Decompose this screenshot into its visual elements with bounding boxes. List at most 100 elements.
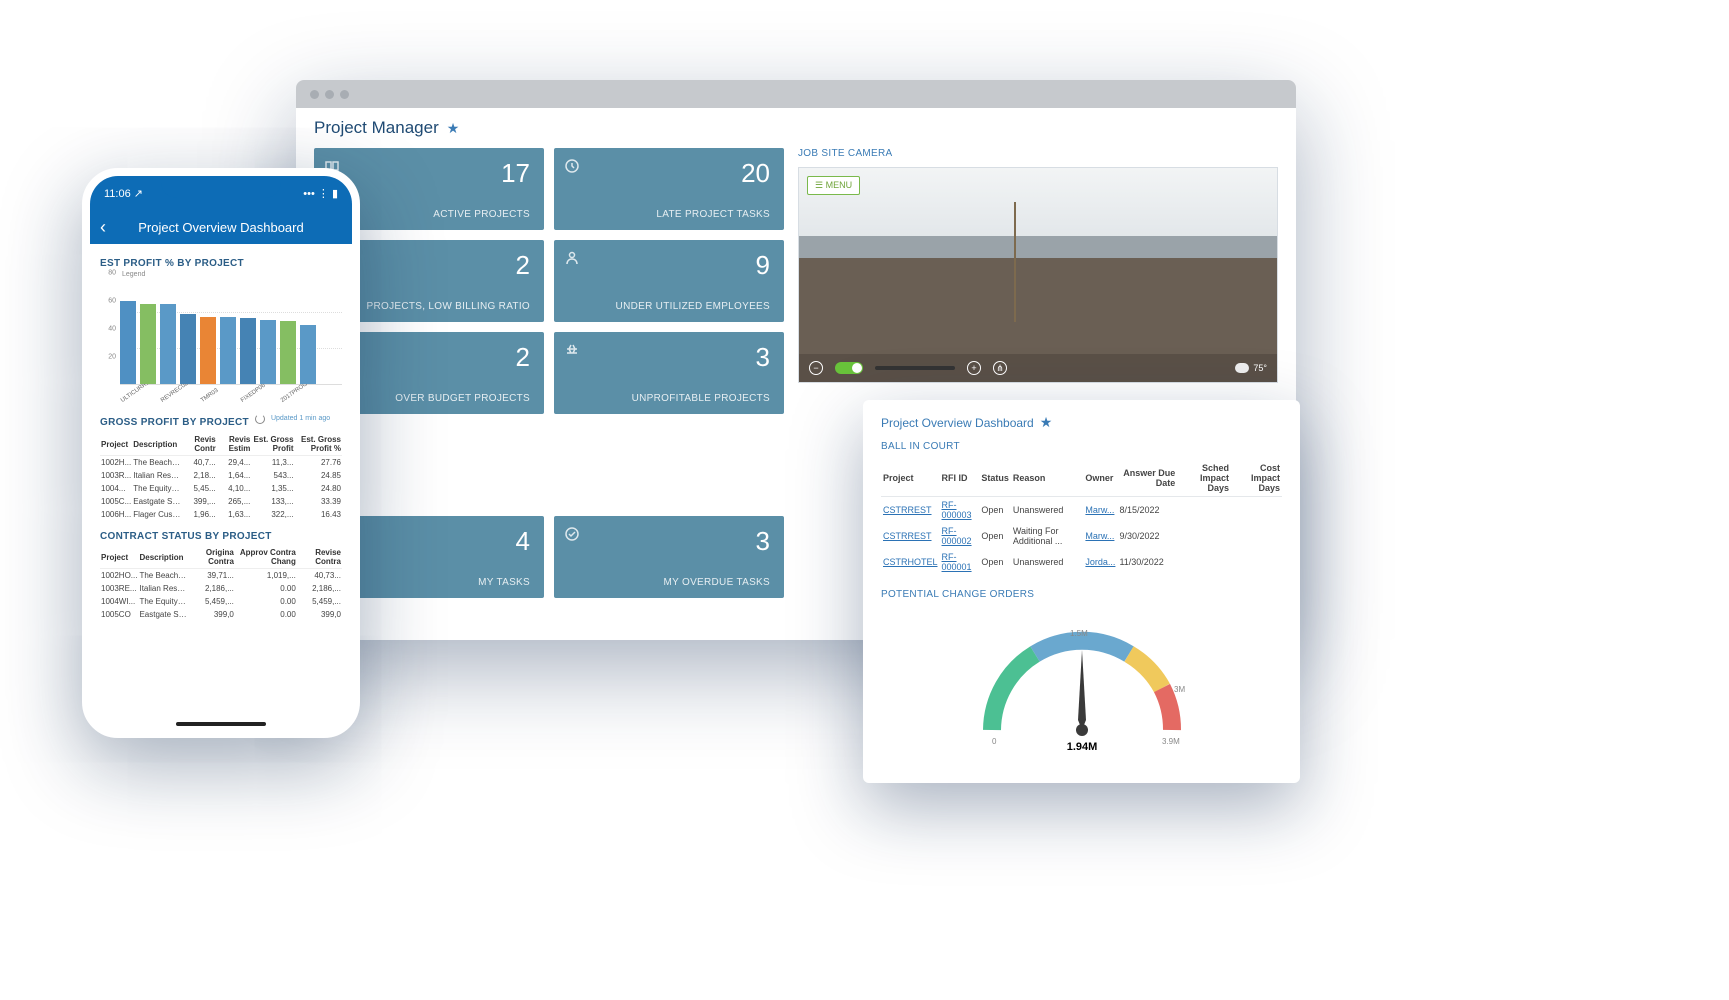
window-dot [325,90,334,99]
kpi-tile[interactable]: 3 UNPROFITABLE PROJECTS [554,332,784,414]
owner-link[interactable]: Marw... [1083,523,1117,549]
gross-profit-heading: GROSS PROFIT BY PROJECT [100,417,249,428]
owner-link[interactable]: Jorda... [1083,549,1117,575]
table-row[interactable]: 1004...The Equity Gro...5,45...4,10...1,… [100,482,342,495]
page-title: Project Manager ★ [314,118,1278,138]
chart-x-axis: ULTICURR1REVREC02TMR03FIXEDP062017PROG01 [120,393,342,405]
favorite-star-icon[interactable]: ★ [447,120,460,137]
owner-link[interactable]: Marw... [1083,497,1117,524]
table-header: Project [100,433,132,456]
project-link[interactable]: CSTRHOTEL [881,549,940,575]
chart-bar[interactable] [200,317,216,384]
kpi-tile[interactable]: 3MY OVERDUE TASKS [554,516,784,598]
camera-image-crane [1014,202,1016,322]
cell: Waiting For Additional ... [1011,523,1084,549]
chart-bar[interactable] [140,304,156,384]
table-row[interactable]: 1003R...Italian Restaura...2,18...1,64..… [100,469,342,482]
contract-status-heading: CONTRACT STATUS BY PROJECT [100,531,342,542]
status-time: 11:06 ↗ [104,187,143,200]
unprofitable-icon [564,342,580,358]
window-dot [340,90,349,99]
table-row[interactable]: CSTRRESTRF-000003OpenUnansweredMarw...8/… [881,497,1282,524]
chart-bar[interactable] [280,321,296,384]
updated-label: Updated 1 min ago [271,415,330,422]
overview-dashboard-card: Project Overview Dashboard ★ BALL IN COU… [863,400,1300,783]
table-row[interactable]: 1003RE...Italian Restaurant ...2,186,...… [100,582,342,595]
table-header: Est. Gross Profit [251,433,294,456]
table-header: Description [138,546,188,569]
share-icon[interactable]: ⋔ [993,361,1007,375]
cell: Unanswered [1011,549,1084,575]
table-row[interactable]: 1002HO...The Beach Hotel a...39,71...1,0… [100,569,342,583]
table-header: Revise Contra [297,546,342,569]
chart-bar[interactable] [120,301,136,384]
table-header: Project [100,546,138,569]
table-header: Revis Estim [217,433,252,456]
table-row[interactable]: 1002H...The Beach Hot...40,7...29,4...11… [100,456,342,470]
chart-bar[interactable] [240,318,256,384]
table-row[interactable]: 1006H...Flager Custom ...1,96...1,63...3… [100,508,342,521]
camera-menu-button[interactable]: ☰ MENU [807,176,860,195]
tile-value: 3 [568,526,770,557]
window-dot [310,90,319,99]
table-row[interactable]: CSTRRESTRF-000002OpenWaiting For Additio… [881,523,1282,549]
table-header: Answer Due Date [1117,460,1177,497]
kpi-tile[interactable]: 9UNDER UTILIZED EMPLOYEES [554,240,784,322]
ball-in-court-heading: BALL IN COURT [881,441,1282,452]
rfi-link[interactable]: RF-000001 [940,549,980,575]
rfi-link[interactable]: RF-000003 [940,497,980,524]
table-row[interactable]: CSTRHOTELRF-000001OpenUnansweredJorda...… [881,549,1282,575]
chart-bar[interactable] [220,317,236,384]
cloud-icon [1235,363,1249,373]
zoom-out-icon[interactable]: − [809,361,823,375]
job-site-camera[interactable]: ☰ MENU − + ⋔ 75° [798,167,1278,383]
tile-value: 20 [568,158,770,189]
camera-toggle[interactable] [835,362,863,374]
zoom-in-icon[interactable]: + [967,361,981,375]
tile-value: 3 [568,342,770,373]
tile-label: UNPROFITABLE PROJECTS [568,393,770,404]
table-row[interactable]: 1004WI...The Equity Group -...5,459,...0… [100,595,342,608]
gauge-tick-min: 0 [992,737,997,746]
cell: Open [979,523,1011,549]
status-icons: ••• ⋮ ▮ [303,187,338,200]
project-link[interactable]: CSTRREST [881,497,940,524]
check-icon [564,526,580,542]
chart-y-axis: 20406080 [100,273,118,385]
table-header: Sched Impact Days [1177,460,1231,497]
camera-zoom-slider[interactable] [875,366,955,370]
chart-bar[interactable] [260,320,276,384]
project-link[interactable]: CSTRREST [881,523,940,549]
table-header: Cost Impact Days [1231,460,1282,497]
back-icon[interactable]: ‹ [100,217,106,238]
phone-header: ‹ Project Overview Dashboard [90,210,352,244]
gauge-tick-max: 3.9M [1162,737,1180,746]
person-icon [564,250,580,266]
table-header: Owner [1083,460,1117,497]
tile-value: 17 [328,158,530,189]
tile-value: 9 [568,250,770,281]
chart-bar[interactable] [160,304,176,384]
rfi-link[interactable]: RF-000002 [940,523,980,549]
chart-bar[interactable] [300,325,316,384]
refresh-icon[interactable] [255,414,265,424]
temperature-value: 75° [1253,363,1267,373]
cell: Unanswered [1011,497,1084,524]
est-profit-chart: Legend 20406080 ULTICURR1REVREC02TMR03FI… [100,273,342,403]
table-row[interactable]: 1005COEastgate Strip Mall399,00.00399,0 [100,608,342,621]
table-row[interactable]: 1005C...Eastgate Strip ...399,...265,...… [100,495,342,508]
table-header: Reason [1011,460,1084,497]
card-title: Project Overview Dashboard ★ [881,414,1282,431]
home-indicator[interactable] [176,722,266,726]
ball-in-court-table: ProjectRFI IDStatusReasonOwnerAnswer Due… [881,460,1282,575]
phone-notch [161,174,281,198]
kpi-tile[interactable]: 20LATE PROJECT TASKS [554,148,784,230]
chart-bar[interactable] [180,314,196,384]
mobile-device: 11:06 ↗ ••• ⋮ ▮ ‹ Project Overview Dashb… [82,168,360,738]
favorite-star-icon[interactable]: ★ [1040,414,1053,431]
gauge-value: 1.94M [1066,741,1097,753]
cell: Open [979,497,1011,524]
potential-change-orders-heading: POTENTIAL CHANGE ORDERS [881,589,1282,600]
chart-bars [120,277,342,385]
table-header: Origina Contra [188,546,234,569]
